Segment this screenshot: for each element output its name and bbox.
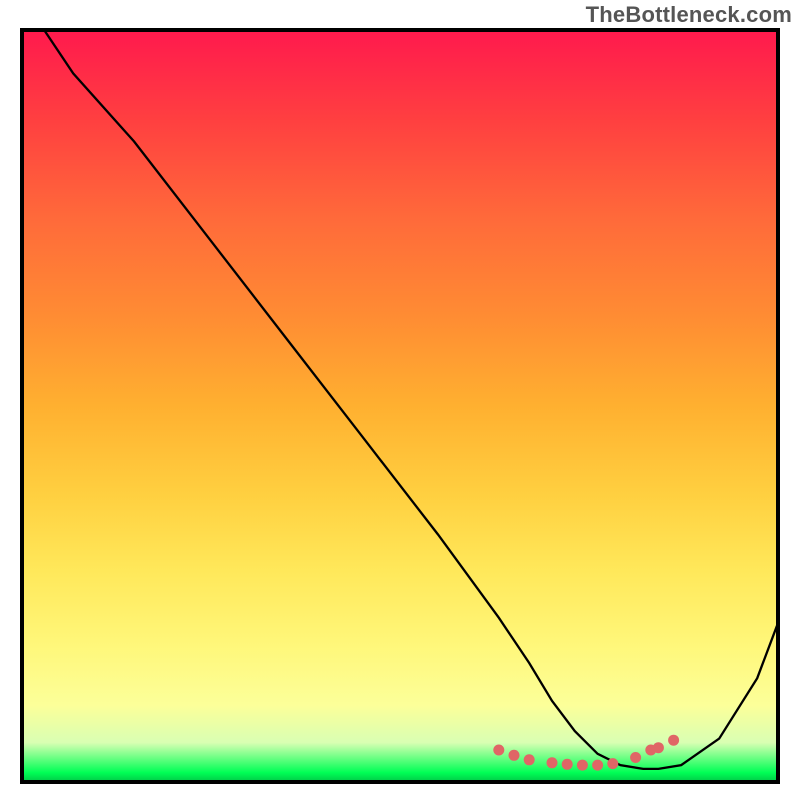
- marker-dot: [668, 735, 679, 746]
- marker-dot: [509, 750, 520, 761]
- curve-line: [43, 28, 780, 769]
- marker-dot: [653, 742, 664, 753]
- marker-dot: [547, 757, 558, 768]
- marker-dot: [524, 754, 535, 765]
- marker-dot: [630, 752, 641, 763]
- marker-dots: [493, 735, 679, 771]
- plot-area: [20, 28, 780, 784]
- curve-svg: [20, 28, 780, 784]
- watermark-text: TheBottleneck.com: [586, 2, 792, 28]
- marker-dot: [607, 758, 618, 769]
- marker-dot: [562, 759, 573, 770]
- chart-container: TheBottleneck.com: [0, 0, 800, 800]
- marker-dot: [592, 760, 603, 771]
- marker-dot: [577, 760, 588, 771]
- marker-dot: [493, 745, 504, 756]
